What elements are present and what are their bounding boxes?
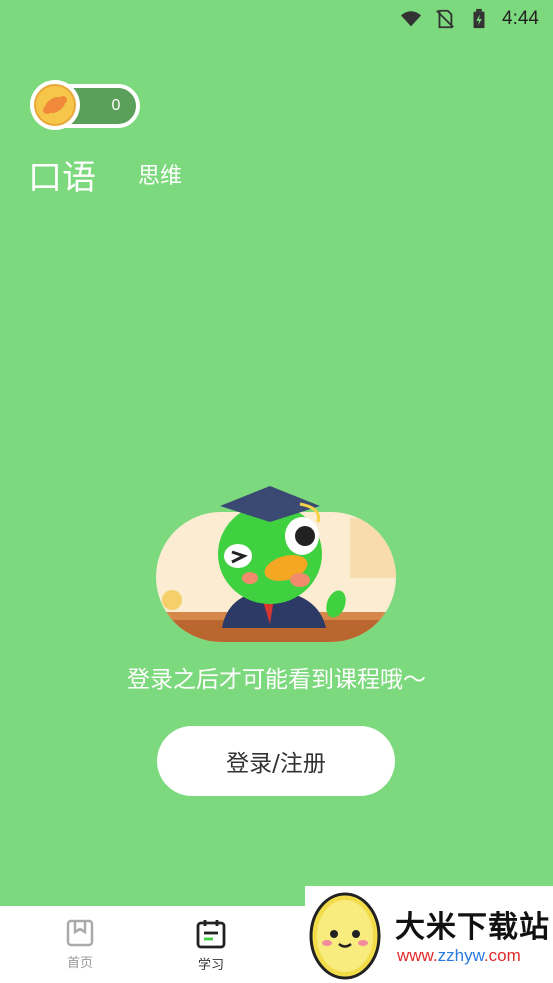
coin-count: 0 xyxy=(111,97,121,114)
watermark: 大米下载站 www.zzhyw.com xyxy=(305,886,553,983)
coin-icon xyxy=(30,80,80,130)
watermark-url: www.zzhyw.com xyxy=(397,946,521,965)
rice-mascot-logo xyxy=(309,892,381,980)
calendar-icon xyxy=(196,920,226,949)
login-register-button[interactable]: 登录/注册 xyxy=(157,726,395,796)
status-bar: 4:44 xyxy=(0,0,553,38)
battery-icon xyxy=(473,8,485,29)
tab-thinking[interactable]: 思维 xyxy=(138,158,182,190)
nav-item-home[interactable]: 首页 xyxy=(50,918,110,971)
home-icon xyxy=(66,919,94,947)
no-sim-icon xyxy=(436,9,454,29)
mascot-illustration xyxy=(150,478,402,648)
tab-speaking[interactable]: 口语 xyxy=(28,150,96,199)
status-time: 4:44 xyxy=(502,8,539,29)
wifi-icon xyxy=(400,11,422,27)
login-hint-text: 登录之后才可能看到课程哦～ xyxy=(127,667,426,693)
nav-label-study: 学习 xyxy=(197,958,224,973)
watermark-title: 大米下载站 xyxy=(395,910,550,945)
nav-label-home: 首页 xyxy=(66,956,93,971)
nav-item-study[interactable]: 学习 xyxy=(181,918,241,973)
